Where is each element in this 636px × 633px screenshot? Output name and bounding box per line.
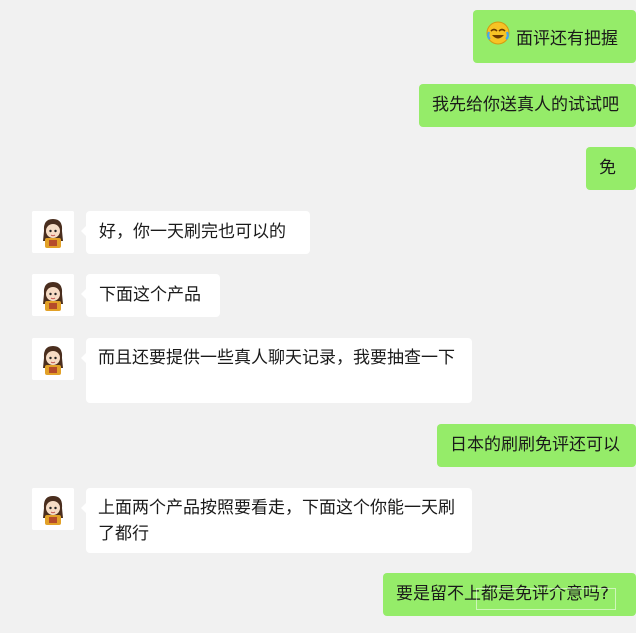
message-bubble-outgoing[interactable]: 要是留不上都是免评介意吗? [383,573,636,616]
message-text: 要是留不上都是免评介意吗? [396,584,610,604]
message-text: 上面两个产品按照要看走，下面这个你能一天刷了都行 [98,498,455,544]
message-bubble-outgoing[interactable]: 日本的刷刷免评还可以 [437,424,636,467]
message-text: 日本的刷刷免评还可以 [450,435,620,455]
message-bubble-incoming[interactable]: 而且还要提供一些真人聊天记录，我要抽查一下 [81,338,472,403]
contact-avatar[interactable] [32,338,74,380]
message-text: 而且还要提供一些真人聊天记录，我要抽查一下 [98,348,455,368]
laughing-crying-emoji-icon [486,21,510,53]
message-bubble-outgoing[interactable]: 免 [586,147,636,190]
message-bubble-outgoing[interactable]: 我先给你送真人的试试吧 [419,84,636,127]
message-bubble-incoming[interactable]: 好，你一天刷完也可以的 [81,211,310,254]
message-text: 下面这个产品 [99,285,201,305]
message-bubble-outgoing[interactable]: 面评还有把握 [473,10,636,63]
contact-avatar[interactable] [32,274,74,316]
contact-avatar[interactable] [32,211,74,253]
message-bubble-incoming[interactable]: 下面这个产品 [81,274,220,317]
chat-window: 面评还有把握 我先给你送真人的试试吧 免 好，你一天刷完也可以的 下面这个产品 … [0,0,636,633]
message-text: 免 [599,158,616,178]
message-bubble-incoming[interactable]: 上面两个产品按照要看走，下面这个你能一天刷了都行 [81,488,472,553]
message-text: 面评还有把握 [516,29,618,49]
message-text: 我先给你送真人的试试吧 [432,95,619,115]
message-text: 好，你一天刷完也可以的 [99,222,286,242]
contact-avatar[interactable] [32,488,74,530]
